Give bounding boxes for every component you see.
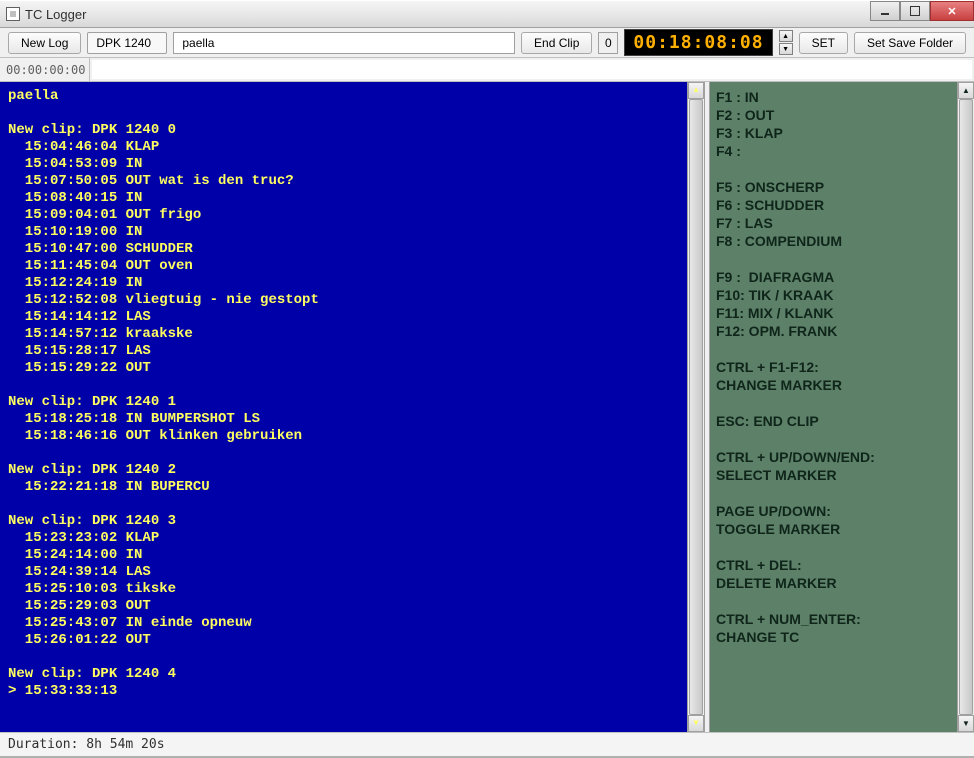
- log-scrollbar[interactable]: ▲ ▼: [687, 82, 704, 732]
- window-title: TC Logger: [25, 7, 86, 22]
- help-content: F1 : IN F2 : OUT F3 : KLAP F4 : F5 : ONS…: [716, 88, 968, 646]
- scroll-up-icon[interactable]: ▲: [958, 82, 974, 99]
- maximize-button[interactable]: [900, 1, 930, 21]
- entry-text-input[interactable]: [92, 60, 972, 79]
- tc-up-button[interactable]: ▲: [779, 30, 793, 42]
- timecode-display: 00:18:08:08: [624, 29, 772, 56]
- statusbar: Duration: 8h 54m 20s: [0, 732, 974, 756]
- set-save-folder-button[interactable]: Set Save Folder: [854, 32, 966, 54]
- scroll-up-icon[interactable]: ▲: [688, 82, 704, 99]
- main-area: paella New clip: DPK 1240 0 15:04:46:04 …: [0, 82, 974, 732]
- log-view[interactable]: paella New clip: DPK 1240 0 15:04:46:04 …: [0, 82, 704, 732]
- log-content: paella New clip: DPK 1240 0 15:04:46:04 …: [8, 88, 696, 700]
- scroll-down-icon[interactable]: ▼: [688, 715, 704, 732]
- scroll-down-icon[interactable]: ▼: [958, 715, 974, 732]
- help-panel: F1 : IN F2 : OUT F3 : KLAP F4 : F5 : ONS…: [710, 82, 974, 732]
- tc-down-button[interactable]: ▼: [779, 43, 793, 55]
- app-icon: [6, 7, 20, 21]
- clip-count: 0: [598, 32, 618, 54]
- close-button[interactable]: [930, 1, 974, 21]
- new-log-button[interactable]: New Log: [8, 32, 81, 54]
- tc-spinner: ▲ ▼: [779, 30, 793, 55]
- window-controls: [870, 1, 974, 21]
- duration-label: Duration: 8h 54m 20s: [8, 737, 165, 752]
- set-button[interactable]: SET: [799, 32, 848, 54]
- scroll-thumb[interactable]: [689, 99, 703, 715]
- scroll-thumb[interactable]: [959, 99, 973, 715]
- minimize-button[interactable]: [870, 1, 900, 21]
- help-scrollbar[interactable]: ▲ ▼: [957, 82, 974, 732]
- entry-bar: 00:00:00:00: [0, 58, 974, 82]
- clip-id-field[interactable]: DPK 1240: [87, 32, 167, 54]
- toolbar: New Log DPK 1240 paella End Clip 0 00:18…: [0, 28, 974, 58]
- session-name-field[interactable]: paella: [173, 32, 515, 54]
- entry-timecode[interactable]: 00:00:00:00: [0, 58, 90, 81]
- titlebar: TC Logger: [0, 0, 974, 28]
- end-clip-button[interactable]: End Clip: [521, 32, 592, 54]
